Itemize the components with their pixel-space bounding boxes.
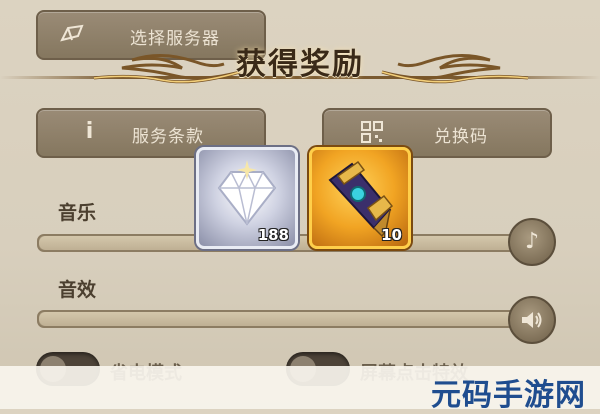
speaker-icon [520,307,544,332]
redeem-label: 兑换码 [434,127,488,147]
reward-item-bracer[interactable]: 10 [309,147,411,249]
info-icon: i [85,119,95,144]
bracer-count: 10 [381,226,402,244]
diamond-count: 188 [257,226,289,244]
reward-title: 获得奖励 [236,47,364,82]
qr-code-icon [358,120,386,144]
sound-slider-handle[interactable] [508,296,556,344]
reward-item-diamond[interactable]: 188 [196,147,298,249]
music-slider-handle[interactable]: ♪ [508,218,556,266]
music-label: 音乐 [58,202,97,224]
music-note-icon: ♪ [524,229,540,254]
sound-slider-fill [39,312,535,326]
sound-label: 音效 [58,279,97,301]
terms-label: 服务条款 [132,127,204,147]
site-watermark: 元码手游网 [431,378,586,413]
sound-slider[interactable] [37,310,537,328]
